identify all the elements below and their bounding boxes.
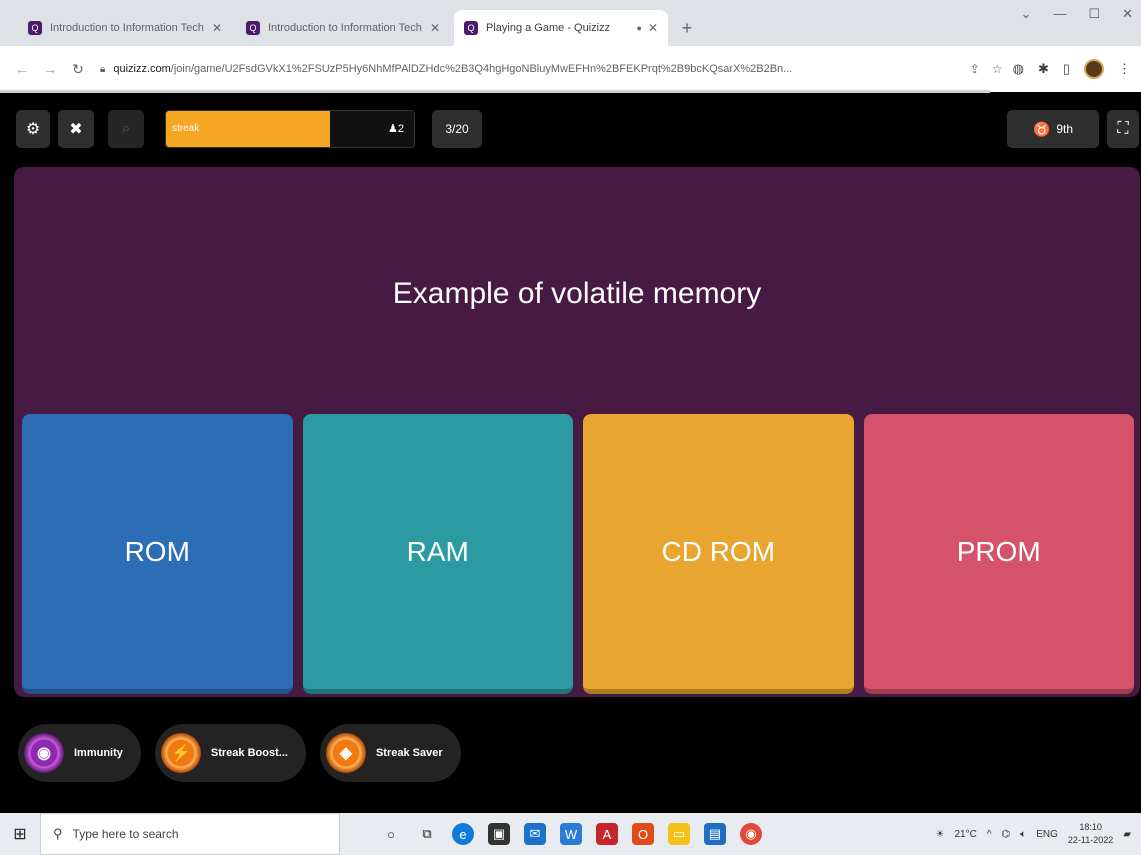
quizizz-favicon-icon: Q — [464, 21, 478, 35]
forward-arrow-icon[interactable]: → — [38, 61, 62, 77]
close-icon[interactable]: ✕ — [430, 21, 440, 35]
settings-gear-button[interactable]: ⚙ — [16, 110, 50, 148]
rank-text: 9th — [1056, 122, 1074, 136]
side-panel-icon[interactable]: ▯ — [1063, 61, 1070, 77]
back-arrow-icon[interactable]: ← — [10, 61, 34, 77]
pinned-apps: ○ ⧉ e ▣ ✉ W A O ▭ ▤ ◉ — [380, 823, 762, 845]
medal-icon: ♉ — [1032, 120, 1051, 137]
question-panel: Example of volatile memory ROM RAM CD RO… — [14, 167, 1140, 697]
store-icon[interactable]: ▣ — [488, 823, 510, 845]
streak-progress-bar: streak ♟2 — [165, 110, 415, 148]
powerup-streak-saver[interactable]: ◈ Streak Saver — [319, 724, 461, 782]
taskbar-search[interactable]: ⚲ Type here to search — [40, 813, 340, 855]
game-top-bar: ⚙ ✖ ⌕ streak ♟2 3/20 ♉ 9th ⛶ — [0, 93, 1141, 167]
chrome-icon[interactable]: ◉ — [740, 823, 762, 845]
menu-dots-icon[interactable]: ⋮ — [1118, 61, 1131, 77]
streak-count: ♟2 — [388, 123, 404, 135]
bookmark-star-icon[interactable]: ☆ — [992, 62, 1003, 76]
word-icon[interactable]: W — [560, 823, 582, 845]
powerups-bar: ◉ Immunity ⚡ Streak Boost... ◈ Streak Sa… — [18, 724, 461, 782]
clock-date: 22-11-2022 — [1067, 835, 1114, 845]
address-toolbar: ← → ↻ 🔒︎ quizizz.com/join/game/U2FsdGVkX… — [0, 46, 1141, 92]
magnifier-icon: ⌕ — [121, 120, 131, 137]
zoom-button[interactable]: ⌕ — [108, 110, 144, 148]
new-tab-button[interactable]: + — [672, 10, 702, 46]
option-prom[interactable]: PROM — [863, 414, 1134, 694]
tab-search-icon[interactable]: ⌄ — [1021, 6, 1032, 22]
extensions-area: ◍ ✱ ▯ ⋮ — [1013, 59, 1131, 79]
browser-tab-1[interactable]: Q Introduction to Information Tech ✕ — [18, 10, 232, 46]
fullscreen-button[interactable]: ⛶ — [1107, 110, 1139, 148]
acrobat-icon[interactable]: A — [596, 823, 618, 845]
close-icon: ✖ — [69, 121, 83, 138]
network-icon[interactable]: ⌬ — [1002, 829, 1011, 840]
weather-icon[interactable]: ☀ — [936, 829, 945, 840]
streak-boost-icon: ⚡ — [160, 733, 201, 773]
notification-icon[interactable]: ▰ — [1123, 829, 1131, 840]
tab-title: Introduction to Information Tech — [268, 22, 422, 34]
lock-icon[interactable]: 🔒︎ — [100, 64, 105, 75]
exit-game-button[interactable]: ✖ — [58, 110, 94, 148]
office-icon[interactable]: O — [632, 823, 654, 845]
system-tray: ☀ 21°C ^ ⌬ 🔈︎ ENG 18:10 22-11-2022 ▰ — [936, 813, 1132, 855]
search-icon: ⚲ — [53, 826, 63, 841]
weather-text[interactable]: 21°C — [954, 829, 976, 840]
window-close-icon[interactable]: ✕ — [1122, 6, 1133, 22]
screen: Q Introduction to Information Tech ✕ Q I… — [0, 0, 1141, 855]
url-text: quizizz.com/join/game/U2FsdGVkX1%2FSUzP5… — [113, 63, 793, 75]
question-counter: 3/20 — [432, 110, 482, 148]
windows-taskbar: ⊞ ⚲ Type here to search ○ ⧉ e ▣ ✉ W A O … — [0, 813, 1141, 855]
task-view-icon[interactable]: ⧉ — [416, 823, 438, 845]
puzzle-extensions-icon[interactable]: ✱ — [1038, 61, 1049, 77]
close-icon[interactable]: ✕ — [648, 21, 658, 35]
quizizz-favicon-icon: Q — [28, 21, 42, 35]
volume-icon[interactable]: 🔈︎ — [1020, 829, 1026, 840]
edge-browser-icon[interactable]: e — [452, 823, 474, 845]
tray-chevron-icon[interactable]: ^ — [987, 829, 992, 840]
clock-time: 18:10 — [1079, 822, 1102, 832]
minimize-icon[interactable]: — — [1053, 6, 1066, 22]
url-bar[interactable]: 🔒︎ quizizz.com/join/game/U2FsdGVkX1%2FSU… — [100, 54, 1003, 84]
tab-title: Playing a Game - Quizizz — [486, 22, 611, 34]
windows-start-icon[interactable]: ⊞ — [0, 824, 40, 844]
window-controls: ⌄ — ☐ ✕ — [1021, 6, 1133, 22]
cortana-icon[interactable]: ○ — [380, 823, 402, 845]
profile-avatar[interactable] — [1084, 59, 1104, 79]
question-text: Example of volatile memory — [392, 277, 762, 310]
progress-label: streak — [172, 123, 200, 134]
file-explorer-icon[interactable]: ▭ — [668, 823, 690, 845]
browser-tab-2[interactable]: Q Introduction to Information Tech ✕ — [236, 10, 450, 46]
browser-tab-strip: Q Introduction to Information Tech ✕ Q I… — [0, 0, 1141, 46]
outlook-icon[interactable]: ▤ — [704, 823, 726, 845]
powerup-immunity[interactable]: ◉ Immunity — [18, 724, 141, 782]
tab-title: Introduction to Information Tech — [50, 22, 204, 34]
audio-playing-icon[interactable]: ● — [637, 23, 642, 33]
option-ram[interactable]: RAM — [302, 414, 573, 694]
reload-icon[interactable]: ↻ — [66, 61, 90, 78]
option-cd-rom[interactable]: CD ROM — [583, 414, 854, 694]
powerup-streak-boost[interactable]: ⚡ Streak Boost... — [154, 724, 306, 782]
option-rom[interactable]: ROM — [22, 414, 293, 694]
immunity-icon: ◉ — [24, 733, 64, 773]
powerup-label: Streak Saver — [375, 747, 443, 759]
fullscreen-icon: ⛶ — [1117, 120, 1129, 137]
powerup-label: Streak Boost... — [210, 747, 288, 759]
powerup-label: Immunity — [74, 747, 123, 759]
maximize-icon[interactable]: ☐ — [1088, 6, 1100, 22]
extension-icon[interactable]: ◍ — [1013, 61, 1024, 77]
mail-icon[interactable]: ✉ — [524, 823, 546, 845]
omnibox-actions: ⇪ ☆ — [970, 62, 1003, 76]
gear-icon: ⚙ — [25, 121, 41, 138]
share-icon[interactable]: ⇪ — [970, 62, 980, 76]
language-indicator[interactable]: ENG — [1036, 829, 1058, 840]
quizizz-favicon-icon: Q — [246, 21, 260, 35]
close-icon[interactable]: ✕ — [212, 21, 222, 35]
answer-options: ROM RAM CD ROM PROM — [22, 414, 1134, 694]
streak-saver-icon: ◈ — [325, 733, 366, 773]
clock[interactable]: 18:10 22-11-2022 — [1068, 821, 1113, 847]
rank-badge[interactable]: ♉ 9th — [1007, 110, 1099, 148]
browser-tab-active[interactable]: Q Playing a Game - Quizizz ● ✕ — [454, 10, 668, 46]
search-placeholder: Type here to search — [72, 827, 179, 841]
